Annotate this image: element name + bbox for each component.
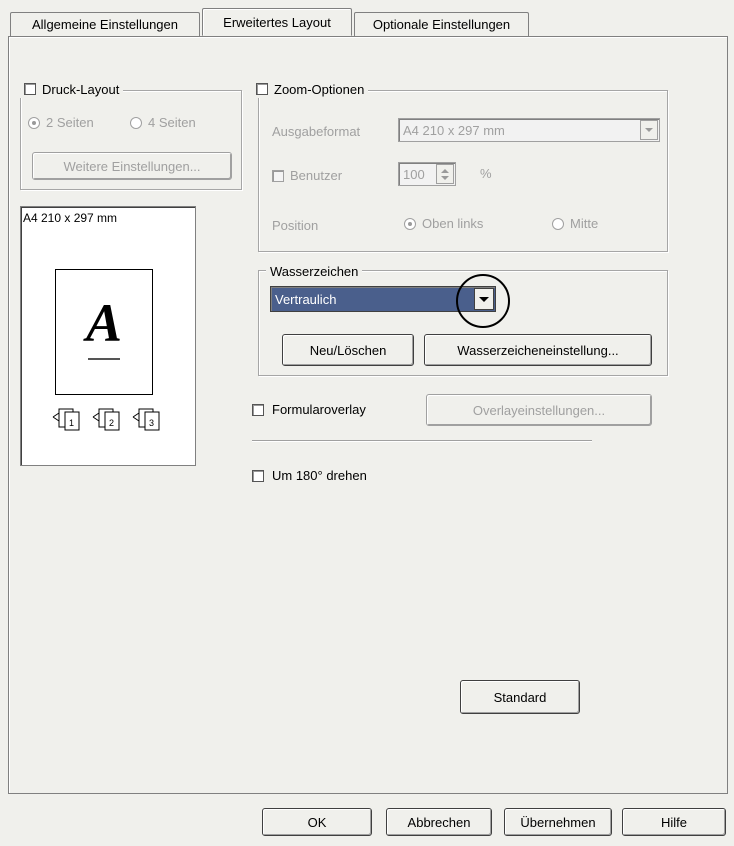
overlay-settings-button[interactable]: Overlayeinstellungen... bbox=[426, 394, 652, 426]
page-order-icon-2: 2 bbox=[91, 407, 125, 434]
radio-top-left-label: Oben links bbox=[422, 216, 484, 231]
position-label: Position bbox=[272, 218, 319, 233]
checkbox-icon bbox=[272, 169, 284, 182]
page-order-icon-1: 1 bbox=[51, 407, 85, 434]
highlight-circle bbox=[456, 274, 510, 328]
help-button[interactable]: Hilfe bbox=[622, 808, 726, 836]
preview-paper-label: A4 210 x 297 mm bbox=[23, 211, 118, 225]
radio-4-pages[interactable]: 4 Seiten bbox=[130, 115, 196, 130]
form-overlay-checkbox[interactable]: Formularoverlay bbox=[252, 402, 366, 417]
rotate-180-checkbox[interactable]: Um 180° drehen bbox=[252, 468, 367, 483]
tab-optional-settings[interactable]: Optionale Einstellungen bbox=[354, 12, 529, 36]
user-zoom-label: Benutzer bbox=[290, 168, 343, 183]
radio-icon bbox=[28, 116, 40, 129]
zoom-percent-value: 100 bbox=[403, 166, 425, 182]
page-order-icon-3: 3 bbox=[131, 407, 165, 434]
ok-button[interactable]: OK bbox=[262, 808, 372, 836]
layout-preview: A4 210 x 297 mm A 1 2 3 bbox=[20, 206, 196, 466]
tab-label: Erweitertes Layout bbox=[223, 14, 331, 30]
more-settings-button[interactable]: Weitere Einstellungen... bbox=[32, 152, 232, 180]
radio-2-pages[interactable]: 2 Seiten bbox=[28, 115, 94, 130]
radio-2-pages-label: 2 Seiten bbox=[46, 115, 94, 130]
svg-text:1: 1 bbox=[69, 418, 74, 428]
print-layout-header: Druck-Layout bbox=[20, 80, 124, 98]
preview-caption-line bbox=[88, 358, 120, 360]
watermark-new-delete-button[interactable]: Neu/Löschen bbox=[282, 334, 414, 366]
print-layout-checkbox[interactable] bbox=[24, 83, 36, 95]
form-overlay-label: Formularoverlay bbox=[272, 402, 366, 417]
checkbox-icon bbox=[252, 403, 264, 416]
radio-top-left[interactable]: Oben links bbox=[404, 216, 483, 231]
watermark-new-delete-label: Neu/Löschen bbox=[309, 342, 387, 358]
output-format-select[interactable]: A4 210 x 297 mm bbox=[398, 118, 660, 142]
checkbox-icon bbox=[252, 469, 264, 482]
zoom-options-header: Zoom-Optionen bbox=[252, 80, 369, 98]
zoom-options-label: Zoom-Optionen bbox=[274, 81, 365, 97]
radio-center[interactable]: Mitte bbox=[552, 216, 598, 231]
standard-button[interactable]: Standard bbox=[460, 680, 580, 714]
cancel-button[interactable]: Abbrechen bbox=[386, 808, 492, 836]
svg-text:3: 3 bbox=[149, 418, 154, 428]
print-layout-label: Druck-Layout bbox=[42, 81, 120, 97]
watermark-label: Wasserzeichen bbox=[270, 263, 359, 279]
tab-label: Optionale Einstellungen bbox=[372, 17, 511, 32]
apply-button[interactable]: Übernehmen bbox=[504, 808, 612, 836]
output-format-label: Ausgabeformat bbox=[272, 124, 361, 139]
apply-label: Übernehmen bbox=[520, 814, 596, 830]
chevron-down-icon[interactable] bbox=[640, 120, 658, 140]
ok-label: OK bbox=[307, 814, 327, 830]
radio-icon bbox=[404, 217, 416, 230]
tab-extended-layout[interactable]: Erweitertes Layout bbox=[202, 8, 352, 36]
tab-general-settings[interactable]: Allgemeine Einstellungen bbox=[10, 12, 200, 36]
radio-center-label: Mitte bbox=[570, 216, 599, 231]
radio-4-pages-label: 4 Seiten bbox=[148, 115, 196, 130]
more-settings-label: Weitere Einstellungen... bbox=[63, 158, 201, 174]
separator-line bbox=[252, 440, 592, 442]
preview-letter: A bbox=[85, 293, 123, 353]
watermark-selected-value: Vertraulich bbox=[275, 291, 337, 307]
percent-sign: % bbox=[480, 166, 492, 181]
rotate-180-label: Um 180° drehen bbox=[272, 468, 367, 483]
zoom-percent-stepper[interactable]: 100 bbox=[398, 162, 456, 186]
preview-page: A bbox=[55, 269, 153, 395]
zoom-options-checkbox[interactable] bbox=[256, 83, 268, 95]
spin-arrows-icon[interactable] bbox=[436, 164, 454, 184]
radio-icon bbox=[552, 217, 564, 230]
overlay-settings-label: Overlayeinstellungen... bbox=[472, 402, 606, 418]
user-zoom-checkbox[interactable]: Benutzer bbox=[272, 168, 342, 183]
tab-label: Allgemeine Einstellungen bbox=[32, 17, 178, 32]
cancel-label: Abbrechen bbox=[407, 814, 471, 830]
watermark-settings-button[interactable]: Wasserzeicheneinstellung... bbox=[424, 334, 652, 366]
help-label: Hilfe bbox=[660, 814, 687, 830]
watermark-settings-label: Wasserzeicheneinstellung... bbox=[457, 342, 619, 358]
svg-text:2: 2 bbox=[109, 418, 114, 428]
output-format-value: A4 210 x 297 mm bbox=[403, 122, 505, 138]
watermark-header: Wasserzeichen bbox=[266, 262, 363, 280]
radio-icon bbox=[130, 116, 142, 129]
standard-label: Standard bbox=[493, 689, 547, 705]
